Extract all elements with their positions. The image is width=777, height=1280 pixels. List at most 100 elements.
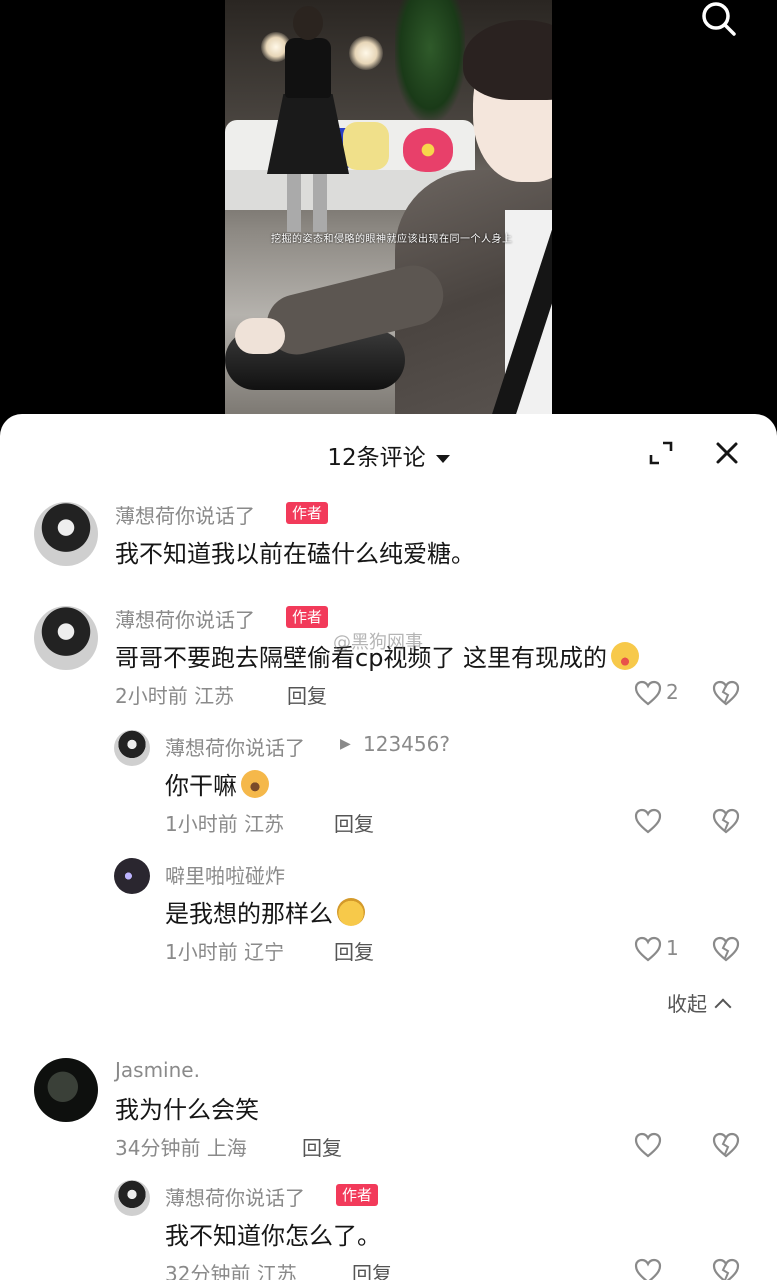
expand-button[interactable] [648,440,674,466]
dislike-button[interactable] [712,936,740,962]
heart-icon [634,808,662,834]
face-with-tongue-emoji [611,642,640,670]
smirk-face-emoji [337,898,365,926]
reply-username[interactable]: 噼里啪啦碰炸 [165,860,285,889]
dislike-button[interactable] [712,1258,740,1280]
comment-username[interactable]: Jasmine. [115,1058,200,1082]
reply-item[interactable]: 噼里啪啦碰炸 是我想的那样么 1小时前 辽宁 回复 1 [0,858,777,968]
broken-heart-icon [712,680,740,706]
avatar[interactable] [114,730,150,766]
avatar[interactable] [34,606,98,670]
caret-down-icon [435,454,450,463]
comment-item[interactable]: 薄想荷你说话了 作者 哥哥不要跑去隔壁偷看cp视频了 这里有现成的 2小时前 江… [0,602,777,712]
collapse-replies-button[interactable]: 收起 [667,988,732,1017]
avatar[interactable] [34,502,98,566]
video-woman-head [293,6,323,40]
reply-text: 你干嘛 [165,766,269,801]
broken-heart-icon [712,936,740,962]
video-woman-skirt [267,94,349,174]
video-woman-legs [287,172,327,232]
comment-count-label: 12条评论 [327,445,426,471]
author-badge: 作者 [336,1184,379,1206]
video-player[interactable]: 挖掘的姿态和侵略的眼神就应该出现在同一个人身上 [0,0,777,420]
like-count: 1 [666,936,679,960]
video-man-hair [463,20,552,100]
reply-target-username[interactable]: 123456? [363,732,450,756]
broken-heart-icon [712,1132,740,1158]
like-button[interactable] [634,1258,662,1280]
author-badge: 作者 [286,502,329,524]
like-button[interactable] [634,808,662,834]
comment-item[interactable]: 薄想荷你说话了 作者 我不知道我以前在磕什么纯爱糖。 [0,498,777,578]
comment-username[interactable]: 薄想荷你说话了 [115,604,255,633]
reply-text: 我不知道你怎么了。 [165,1222,381,1250]
reply-time: 32分钟前 [165,1262,251,1280]
comment-text: 我为什么会笑 [115,1096,259,1124]
comment-location: 江苏 [194,684,235,708]
like-button[interactable] [634,1132,662,1158]
reply-time: 1小时前 [165,940,238,964]
reply-text-content: 你干嘛 [165,772,237,800]
reply-meta: 1小时前 江苏 [165,808,284,837]
reply-button[interactable]: 回复 [302,1132,342,1161]
comments-header: 12条评论 [0,432,777,472]
reply-item[interactable]: 薄想荷你说话了 ▶ 123456? 你干嘛 1小时前 江苏 回复 [0,730,777,840]
video-woman-top [285,38,331,98]
reply-text-content: 是我想的那样么 [165,900,333,928]
avatar[interactable] [34,1058,98,1122]
avatar[interactable] [114,1180,150,1216]
search-button[interactable] [699,0,739,40]
avatar[interactable] [114,858,150,894]
reply-location: 辽宁 [244,940,285,964]
video-flower-plush [403,128,453,172]
reply-button[interactable]: 回复 [287,680,327,709]
like-button[interactable] [634,680,662,706]
comment-time: 34分钟前 [115,1136,201,1160]
video-lamp [349,36,383,70]
watermark: @黑狗网事 [333,632,423,653]
like-button[interactable] [634,936,662,962]
heart-icon [634,1132,662,1158]
dislike-button[interactable] [712,1132,740,1158]
reply-button[interactable]: 回复 [352,1258,392,1280]
reply-location: 江苏 [244,812,285,836]
reply-time: 1小时前 [165,812,238,836]
search-icon [702,2,736,36]
like-count: 2 [666,680,679,704]
reply-arrow-icon: ▶ [340,736,351,752]
author-badge: 作者 [286,606,329,628]
comments-sheet: 12条评论 薄想荷你说话了 作者 我不知道我以前在磕什么纯爱糖。 薄想荷你说话了… [0,414,777,1280]
reply-username[interactable]: 薄想荷你说话了 [165,1182,305,1211]
video-subtitle: 挖掘的姿态和侵略的眼神就应该出现在同一个人身上 [271,234,513,245]
reply-location: 江苏 [256,1262,297,1280]
video-plush [343,122,389,170]
reply-meta: 32分钟前 江苏 [165,1258,297,1280]
heart-icon [634,1258,662,1280]
comment-location: 上海 [206,1136,247,1160]
dislike-button[interactable] [712,808,740,834]
reply-button[interactable]: 回复 [334,808,374,837]
chevron-up-icon [714,998,732,1016]
heart-icon [634,936,662,962]
close-icon [716,442,738,464]
comment-text: 我不知道我以前在磕什么纯爱糖。 [115,540,475,568]
reply-username[interactable]: 薄想荷你说话了 [165,732,305,761]
collapse-label: 收起 [667,992,707,1016]
video-plant [395,0,465,120]
comment-item[interactable]: Jasmine. 我为什么会笑 34分钟前 上海 回复 [0,1058,777,1168]
comment-meta: 2小时前 江苏 [115,680,234,709]
broken-heart-icon [712,1258,740,1280]
dislike-button[interactable] [712,680,740,706]
reply-button[interactable]: 回复 [334,936,374,965]
comment-time: 2小时前 [115,684,188,708]
video-frame[interactable]: 挖掘的姿态和侵略的眼神就应该出现在同一个人身上 [225,0,552,420]
comment-meta: 34分钟前 上海 [115,1132,247,1161]
close-button[interactable] [712,438,742,468]
reply-text: 是我想的那样么 [165,894,365,929]
comment-username[interactable]: 薄想荷你说话了 [115,500,255,529]
video-man-hand [235,318,285,354]
broken-heart-icon [712,808,740,834]
reply-item[interactable]: 薄想荷你说话了 作者 我不知道你怎么了。 32分钟前 江苏 回复 [0,1180,777,1280]
bowing-face-emoji [241,770,269,798]
heart-icon [634,680,662,706]
